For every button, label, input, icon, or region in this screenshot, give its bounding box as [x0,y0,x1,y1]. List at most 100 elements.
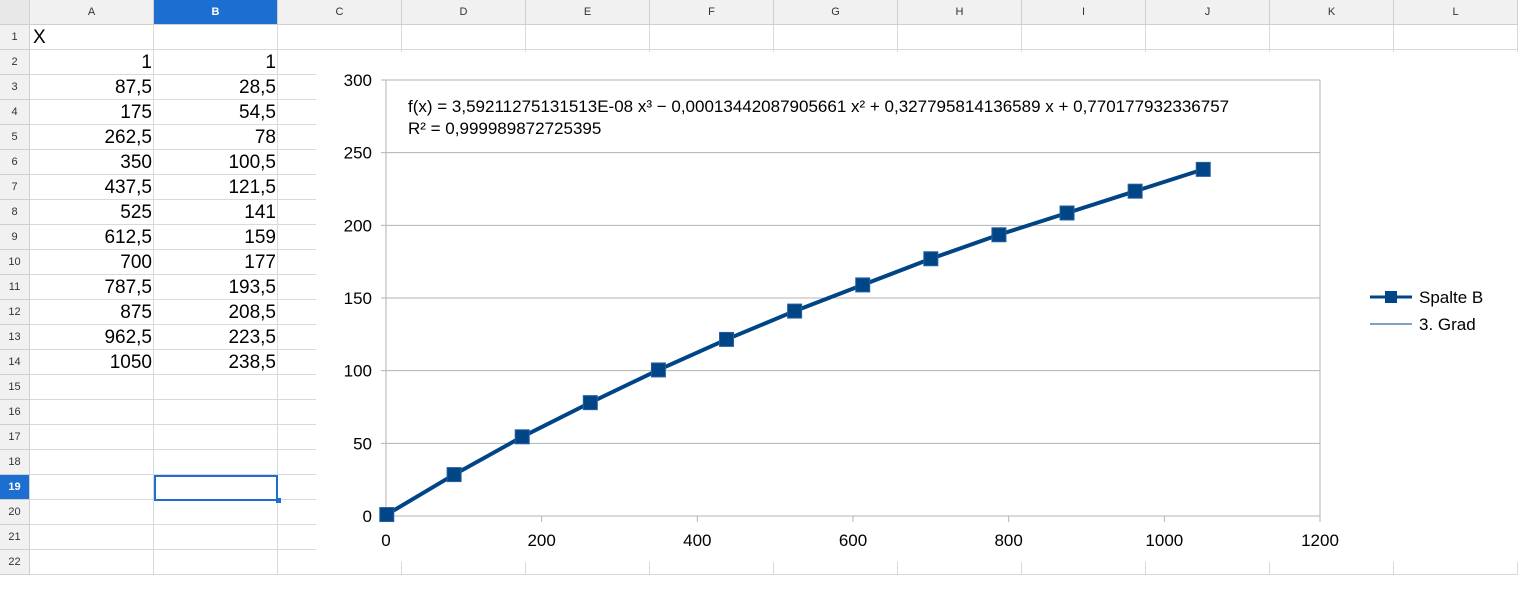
cell-j19[interactable] [1146,475,1270,500]
row-header-13[interactable]: 13 [0,325,30,350]
cell-d10[interactable] [402,250,526,275]
cell-b21[interactable] [154,525,278,550]
cell-c1[interactable] [278,25,402,50]
cell-a16[interactable] [30,400,154,425]
cell-l10[interactable] [1394,250,1518,275]
select-all-corner[interactable] [0,0,30,25]
cell-k17[interactable] [1270,425,1394,450]
cell-g7[interactable] [774,175,898,200]
row-header-17[interactable]: 17 [0,425,30,450]
column-header-g[interactable]: G [774,0,898,25]
cell-j14[interactable] [1146,350,1270,375]
cell-e5[interactable] [526,125,650,150]
cell-j12[interactable] [1146,300,1270,325]
cell-i9[interactable] [1022,225,1146,250]
cell-i3[interactable] [1022,75,1146,100]
cell-d4[interactable] [402,100,526,125]
cell-j4[interactable] [1146,100,1270,125]
row-header-15[interactable]: 15 [0,375,30,400]
cell-h18[interactable] [898,450,1022,475]
cell-e13[interactable] [526,325,650,350]
cell-f10[interactable] [650,250,774,275]
cell-j6[interactable] [1146,150,1270,175]
cell-c5[interactable] [278,125,402,150]
cell-i18[interactable] [1022,450,1146,475]
cell-k20[interactable] [1270,500,1394,525]
cell-k10[interactable] [1270,250,1394,275]
cell-e15[interactable] [526,375,650,400]
cell-d5[interactable] [402,125,526,150]
cell-f17[interactable] [650,425,774,450]
row-header-3[interactable]: 3 [0,75,30,100]
row-header-11[interactable]: 11 [0,275,30,300]
cell-f5[interactable] [650,125,774,150]
cell-c21[interactable] [278,525,402,550]
cell-f18[interactable] [650,450,774,475]
cell-c14[interactable] [278,350,402,375]
cell-f21[interactable] [650,525,774,550]
cell-i8[interactable] [1022,200,1146,225]
cell-a17[interactable] [30,425,154,450]
cell-h21[interactable] [898,525,1022,550]
cell-e22[interactable] [526,550,650,575]
cell-g14[interactable] [774,350,898,375]
cell-f15[interactable] [650,375,774,400]
cell-l12[interactable] [1394,300,1518,325]
cell-i6[interactable] [1022,150,1146,175]
cell-f3[interactable] [650,75,774,100]
cell-g18[interactable] [774,450,898,475]
cell-e4[interactable] [526,100,650,125]
cell-f9[interactable] [650,225,774,250]
fill-handle[interactable] [276,498,281,503]
cell-g3[interactable] [774,75,898,100]
cell-f12[interactable] [650,300,774,325]
cell-f20[interactable] [650,500,774,525]
cell-h2[interactable] [898,50,1022,75]
cell-f22[interactable] [650,550,774,575]
cell-g9[interactable] [774,225,898,250]
cell-b16[interactable] [154,400,278,425]
cell-c22[interactable] [278,550,402,575]
column-header-e[interactable]: E [526,0,650,25]
cell-a18[interactable] [30,450,154,475]
cell-k8[interactable] [1270,200,1394,225]
cell-c6[interactable] [278,150,402,175]
cell-d15[interactable] [402,375,526,400]
row-header-7[interactable]: 7 [0,175,30,200]
cell-c10[interactable] [278,250,402,275]
row-header-5[interactable]: 5 [0,125,30,150]
cell-e17[interactable] [526,425,650,450]
row-header-20[interactable]: 20 [0,500,30,525]
cell-f4[interactable] [650,100,774,125]
cell-f7[interactable] [650,175,774,200]
cell-d18[interactable] [402,450,526,475]
cell-d3[interactable] [402,75,526,100]
cell-h14[interactable] [898,350,1022,375]
cell-g8[interactable] [774,200,898,225]
cell-j8[interactable] [1146,200,1270,225]
cell-k21[interactable] [1270,525,1394,550]
cell-k14[interactable] [1270,350,1394,375]
cell-i2[interactable] [1022,50,1146,75]
column-header-c[interactable]: C [278,0,402,25]
row-header-18[interactable]: 18 [0,450,30,475]
cell-d13[interactable] [402,325,526,350]
cell-e1[interactable] [526,25,650,50]
cell-e16[interactable] [526,400,650,425]
cell-h17[interactable] [898,425,1022,450]
cell-i15[interactable] [1022,375,1146,400]
cell-d6[interactable] [402,150,526,175]
cell-l20[interactable] [1394,500,1518,525]
cell-d19[interactable] [402,475,526,500]
cell-f6[interactable] [650,150,774,175]
cell-l19[interactable] [1394,475,1518,500]
cell-b1[interactable] [154,25,278,50]
cell-g22[interactable] [774,550,898,575]
cell-g10[interactable] [774,250,898,275]
row-header-2[interactable]: 2 [0,50,30,75]
cell-f14[interactable] [650,350,774,375]
cell-a19[interactable] [30,475,154,500]
cell-i21[interactable] [1022,525,1146,550]
cell-h10[interactable] [898,250,1022,275]
cell-j16[interactable] [1146,400,1270,425]
